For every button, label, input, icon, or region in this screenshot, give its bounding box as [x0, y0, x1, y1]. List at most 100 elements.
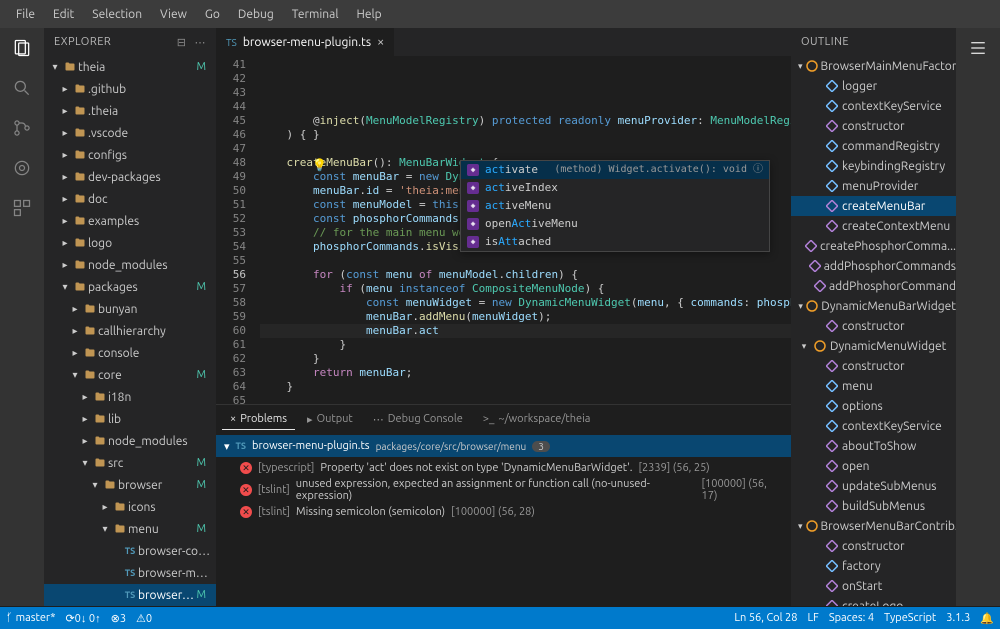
- menu-help[interactable]: Help: [348, 4, 389, 25]
- outline-item[interactable]: buildSubMenus: [791, 496, 956, 516]
- outline-item[interactable]: constructor: [791, 536, 956, 556]
- tree-item[interactable]: ▸ .theia: [44, 100, 216, 122]
- menu-terminal[interactable]: Terminal: [284, 4, 347, 25]
- outline-item[interactable]: constructor: [791, 316, 956, 336]
- tree-item[interactable]: ▸ examples: [44, 210, 216, 232]
- status-spaces[interactable]: Spaces: 4: [829, 612, 874, 624]
- tree-item[interactable]: ▸ console: [44, 342, 216, 364]
- outline-item[interactable]: createLogo: [791, 596, 956, 606]
- panel-tab-problems[interactable]: ×Problems: [222, 409, 295, 430]
- outline-item[interactable]: constructor: [791, 116, 956, 136]
- autocomplete-item[interactable]: ◈activate(method) Widget.activate(): voi…: [461, 161, 769, 179]
- tree-item[interactable]: ▸ .vscode: [44, 122, 216, 144]
- outline-icon[interactable]: [966, 36, 990, 60]
- tree-item[interactable]: ▸ callhierarchy: [44, 320, 216, 342]
- menu-view[interactable]: View: [152, 4, 195, 25]
- outline-item[interactable]: options: [791, 396, 956, 416]
- explorer-icon[interactable]: [10, 36, 34, 60]
- scm-icon[interactable]: [10, 116, 34, 140]
- tree-item[interactable]: ▾ srcM: [44, 452, 216, 474]
- tree-item[interactable]: ▸ icons: [44, 496, 216, 518]
- menu-edit[interactable]: Edit: [45, 4, 82, 25]
- problem-file-header[interactable]: ▾ TS browser-menu-plugin.ts packages/cor…: [216, 435, 791, 457]
- outline-item[interactable]: ▾DynamicMenuBarWidget: [791, 296, 956, 316]
- outline-item[interactable]: keybindingRegistry: [791, 156, 956, 176]
- tree-item[interactable]: ▸ logo: [44, 232, 216, 254]
- autocomplete-popup[interactable]: ◈activate(method) Widget.activate(): voi…: [460, 160, 770, 252]
- lightbulb-icon[interactable]: 💡: [312, 158, 327, 172]
- outline-item[interactable]: menu: [791, 376, 956, 396]
- outline-item[interactable]: menuProvider: [791, 176, 956, 196]
- collapse-icon[interactable]: ⊟: [177, 36, 187, 49]
- status-sync[interactable]: ⟳0↓ 0↑: [65, 612, 100, 625]
- tree-item[interactable]: ▸ lib: [44, 408, 216, 430]
- outline-item[interactable]: onStart: [791, 576, 956, 596]
- status-warnings[interactable]: ⚠0: [136, 612, 152, 625]
- autocomplete-item[interactable]: ◈activeIndex: [461, 179, 769, 197]
- outline-item[interactable]: createMenuBar: [791, 196, 956, 216]
- autocomplete-item[interactable]: ◈isAttached: [461, 233, 769, 251]
- tree-item[interactable]: ▾ coreM: [44, 364, 216, 386]
- autocomplete-item[interactable]: ◈activeMenu: [461, 197, 769, 215]
- search-icon[interactable]: [10, 76, 34, 100]
- menu-selection[interactable]: Selection: [84, 4, 150, 25]
- tree-item[interactable]: ▸ node_modules: [44, 254, 216, 276]
- tab-browser-menu-plugin[interactable]: TS browser-menu-plugin.ts ×: [216, 28, 395, 56]
- tree-item[interactable]: TS browser-menu-module.ts: [44, 562, 216, 584]
- autocomplete-item[interactable]: ◈openActiveMenu: [461, 215, 769, 233]
- outline-item[interactable]: logger: [791, 76, 956, 96]
- status-bell[interactable]: 🔔: [980, 612, 994, 625]
- status-branch[interactable]: ᚶ master*: [6, 612, 55, 624]
- tree-item[interactable]: TS browser-context-menu-r...: [44, 540, 216, 562]
- outline-item[interactable]: open: [791, 456, 956, 476]
- menu-file[interactable]: File: [8, 4, 43, 25]
- more-icon[interactable]: ⋯: [195, 36, 207, 49]
- tree-item[interactable]: ▸ i18n: [44, 386, 216, 408]
- code-editor[interactable]: 4142434445464748495051525354555657585960…: [216, 56, 791, 404]
- tree-item[interactable]: ▸ .github: [44, 78, 216, 100]
- problem-item[interactable]: ✕[typescript] Property 'act' does not ex…: [216, 457, 791, 479]
- status-lncol[interactable]: Ln 56, Col 28: [734, 612, 797, 624]
- outline-item[interactable]: ▾BrowserMainMenuFactory: [791, 56, 956, 76]
- status-lang[interactable]: TypeScript: [884, 612, 936, 624]
- outline-item[interactable]: contextKeyService: [791, 96, 956, 116]
- problem-item[interactable]: ✕[tslint] Missing semicolon (semicolon) …: [216, 501, 791, 523]
- outline-item[interactable]: updateSubMenus: [791, 476, 956, 496]
- tree-item[interactable]: ▸ bunyan: [44, 298, 216, 320]
- tree-item[interactable]: ▸ doc: [44, 188, 216, 210]
- outline-item[interactable]: addPhosphorCommands: [791, 256, 956, 276]
- menu-go[interactable]: Go: [197, 4, 228, 25]
- outline-item[interactable]: addPhosphorCommand: [791, 276, 956, 296]
- outline-item[interactable]: ▾BrowserMenuBarContrib...: [791, 516, 956, 536]
- outline-item[interactable]: createContextMenu: [791, 216, 956, 236]
- tree-item[interactable]: ▾ menuM: [44, 518, 216, 540]
- tree-item[interactable]: ▸ configs: [44, 144, 216, 166]
- menu-debug[interactable]: Debug: [230, 4, 282, 25]
- outline-item[interactable]: factory: [791, 556, 956, 576]
- problem-item[interactable]: ✕[tslint] unused expression, expected an…: [216, 479, 791, 501]
- outline-item[interactable]: aboutToShow: [791, 436, 956, 456]
- tree-item[interactable]: ▾ packagesM: [44, 276, 216, 298]
- panel-tab-debugconsole[interactable]: ⋯Debug Console: [365, 409, 471, 430]
- tree-item[interactable]: ▾ browserM: [44, 474, 216, 496]
- status-ver[interactable]: 3.1.3: [946, 612, 970, 624]
- tree-item[interactable]: TS browser-menu-plugin.tsM: [44, 584, 216, 606]
- outline-item[interactable]: constructor: [791, 356, 956, 376]
- explorer-tree[interactable]: ▾ theiaM▸ .github▸ .theia▸ .vscode▸ conf…: [44, 56, 216, 606]
- tree-item[interactable]: ▸ dev-packages: [44, 166, 216, 188]
- tree-item[interactable]: ▸ node_modules: [44, 430, 216, 452]
- close-icon[interactable]: ×: [377, 35, 384, 49]
- panel-tab-output[interactable]: ▸Output: [299, 409, 361, 430]
- outline-item[interactable]: contextKeyService: [791, 416, 956, 436]
- status-errors[interactable]: ⊗3: [111, 612, 126, 625]
- debug-icon[interactable]: [10, 156, 34, 180]
- outline-item[interactable]: commandRegistry: [791, 136, 956, 156]
- outline-item[interactable]: createPhosphorComma...: [791, 236, 956, 256]
- outline-tree[interactable]: ▾BrowserMainMenuFactoryloggercontextKeyS…: [791, 56, 956, 606]
- status-eol[interactable]: LF: [807, 612, 818, 624]
- extensions-icon[interactable]: [10, 196, 34, 220]
- panel-tab-workspacetheia[interactable]: >_~/workspace/theia: [475, 409, 599, 429]
- problems-list[interactable]: ▾ TS browser-menu-plugin.ts packages/cor…: [216, 433, 791, 606]
- outline-item[interactable]: ▾DynamicMenuWidget: [791, 336, 956, 356]
- tree-item[interactable]: ▾ theiaM: [44, 56, 216, 78]
